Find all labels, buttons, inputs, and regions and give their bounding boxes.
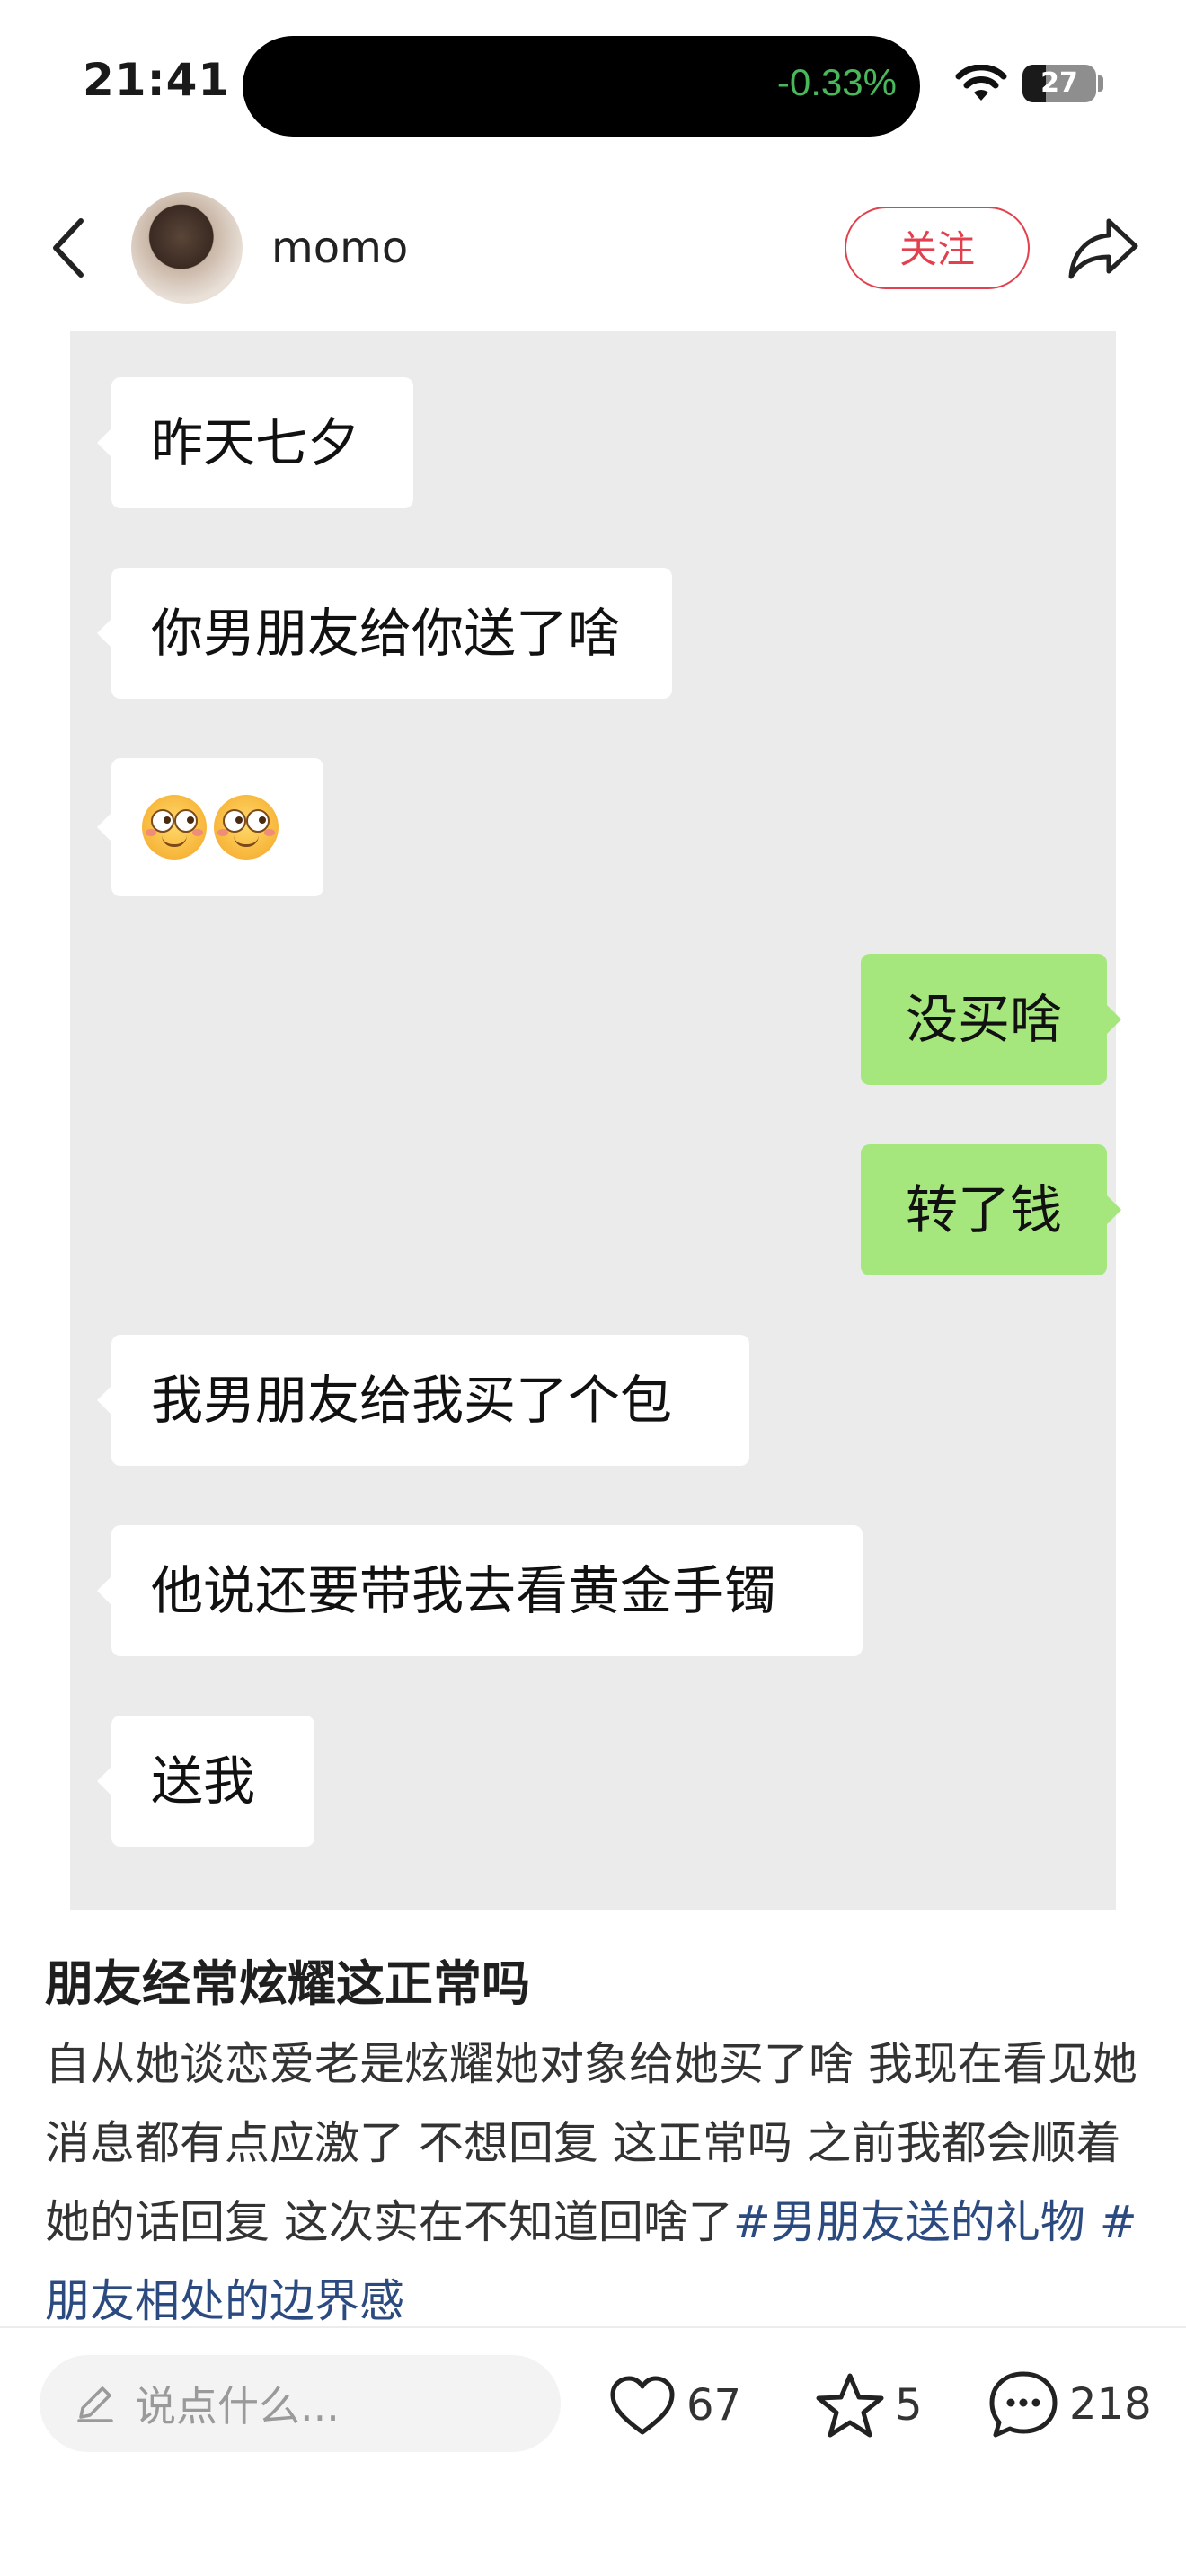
- comment-count: 218: [1069, 2379, 1152, 2430]
- battery-level: 27: [1040, 67, 1078, 99]
- back-arrow-icon[interactable]: [43, 212, 93, 284]
- dynamic-island: -0.33%: [243, 36, 920, 137]
- username[interactable]: momo: [271, 223, 408, 273]
- battery-icon: 27: [1022, 65, 1096, 102]
- comment-button[interactable]: 218: [987, 2366, 1152, 2443]
- chat-screenshot[interactable]: 昨天七夕 你男朋友给你送了啥 没买啥 转了钱 我男朋友给我买了个包 他说还要带我…: [70, 331, 1121, 1910]
- pencil-icon: [77, 2386, 113, 2422]
- star-icon: [816, 2373, 884, 2438]
- avatar[interactable]: [131, 192, 243, 304]
- wifi-icon: [955, 65, 1007, 101]
- comment-placeholder: 说点什么...: [135, 2382, 340, 2430]
- divider: [0, 2326, 1186, 2328]
- favorite-count: 5: [895, 2380, 923, 2430]
- chat-bubble-outgoing: 没买啥: [861, 954, 1121, 1085]
- like-button[interactable]: 67: [607, 2369, 741, 2441]
- chat-bubble-outgoing: 转了钱: [861, 1144, 1121, 1275]
- like-count: 67: [686, 2380, 742, 2430]
- hashtag-link[interactable]: #男朋友送的礼物: [733, 2196, 1085, 2248]
- post-title: 朋友经常炫耀这正常吗: [45, 1955, 530, 2012]
- island-stock-value: -0.33%: [776, 61, 897, 103]
- chat-bubble-incoming: 昨天七夕: [97, 377, 413, 508]
- status-time: 21:41: [83, 54, 231, 106]
- grin-eyes-emoji-icon: [214, 795, 279, 860]
- chat-bubble-emoji: [97, 758, 323, 896]
- battery-tip: [1098, 75, 1103, 92]
- post-body: 自从她谈恋爱老是炫耀她对象给她买了啥 我现在看见她消息都有点应激了 不想回复 这…: [45, 2025, 1150, 2341]
- chat-bubble-icon: [989, 2371, 1058, 2438]
- chat-bubble-incoming: 你男朋友给你送了啥: [97, 568, 672, 699]
- heart-icon: [610, 2376, 675, 2435]
- chat-bubble-incoming: 送我: [97, 1716, 314, 1847]
- comment-input[interactable]: 说点什么...: [40, 2355, 561, 2452]
- chat-bubble-incoming: 我男朋友给我买了个包: [97, 1335, 749, 1466]
- chat-bubble-incoming: 他说还要带我去看黄金手镯: [97, 1525, 863, 1656]
- share-icon[interactable]: [1066, 212, 1141, 284]
- follow-button[interactable]: 关注: [845, 207, 1030, 289]
- favorite-button[interactable]: 5: [814, 2368, 923, 2443]
- grin-eyes-emoji-icon: [142, 795, 207, 860]
